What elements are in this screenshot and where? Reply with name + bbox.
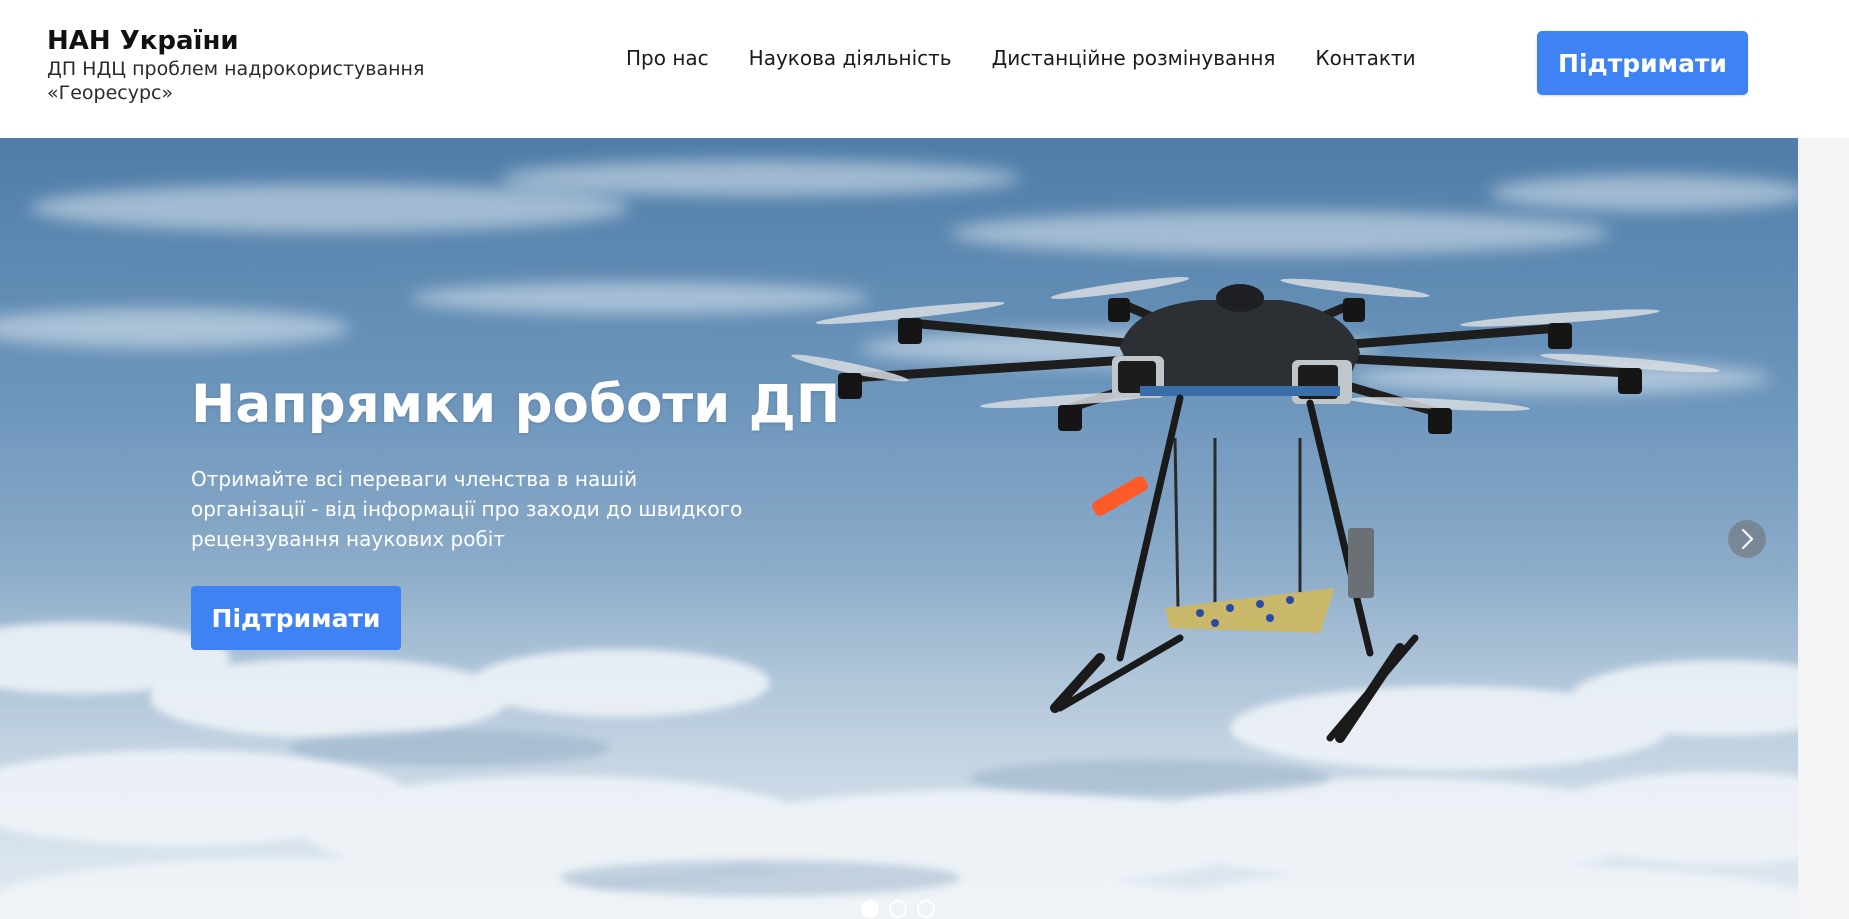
carousel-next-button[interactable] <box>1728 520 1766 558</box>
org-subtitle-line2: «Георесурс» <box>47 82 174 104</box>
support-button-header[interactable]: Підтримати <box>1537 31 1748 95</box>
chevron-right-icon <box>1741 528 1754 550</box>
org-title[interactable]: НАН України <box>47 26 447 56</box>
carousel-dot-2[interactable] <box>889 900 907 918</box>
page: НАН України ДП НДЦ проблем надрокористув… <box>0 0 1849 919</box>
carousel-dot-3[interactable] <box>917 900 935 918</box>
hero-title: Напрямки роботи ДП <box>191 374 841 435</box>
support-button-hero[interactable]: Підтримати <box>191 586 401 650</box>
hero-carousel: Напрямки роботи ДП Отримайте всі переваг… <box>0 138 1798 919</box>
page-gutter <box>1798 138 1849 919</box>
nav-item-about[interactable]: Про нас <box>626 46 709 70</box>
nav-item-demining[interactable]: Дистанційне розмінування <box>992 46 1276 70</box>
carousel-indicators <box>861 900 935 918</box>
main-nav: Про нас Наукова діяльність Дистанційне р… <box>626 46 1416 70</box>
brand[interactable]: НАН України ДП НДЦ проблем надрокористув… <box>47 26 447 105</box>
nav-item-research[interactable]: Наукова діяльність <box>749 46 952 70</box>
org-subtitle-line1: ДП НДЦ проблем надрокористування <box>47 58 425 80</box>
carousel-dot-1[interactable] <box>861 900 879 918</box>
nav-item-contacts[interactable]: Контакти <box>1315 46 1415 70</box>
site-header: НАН України ДП НДЦ проблем надрокористув… <box>0 0 1849 138</box>
hero-description: Отримайте всі переваги членства в нашій … <box>191 467 743 551</box>
